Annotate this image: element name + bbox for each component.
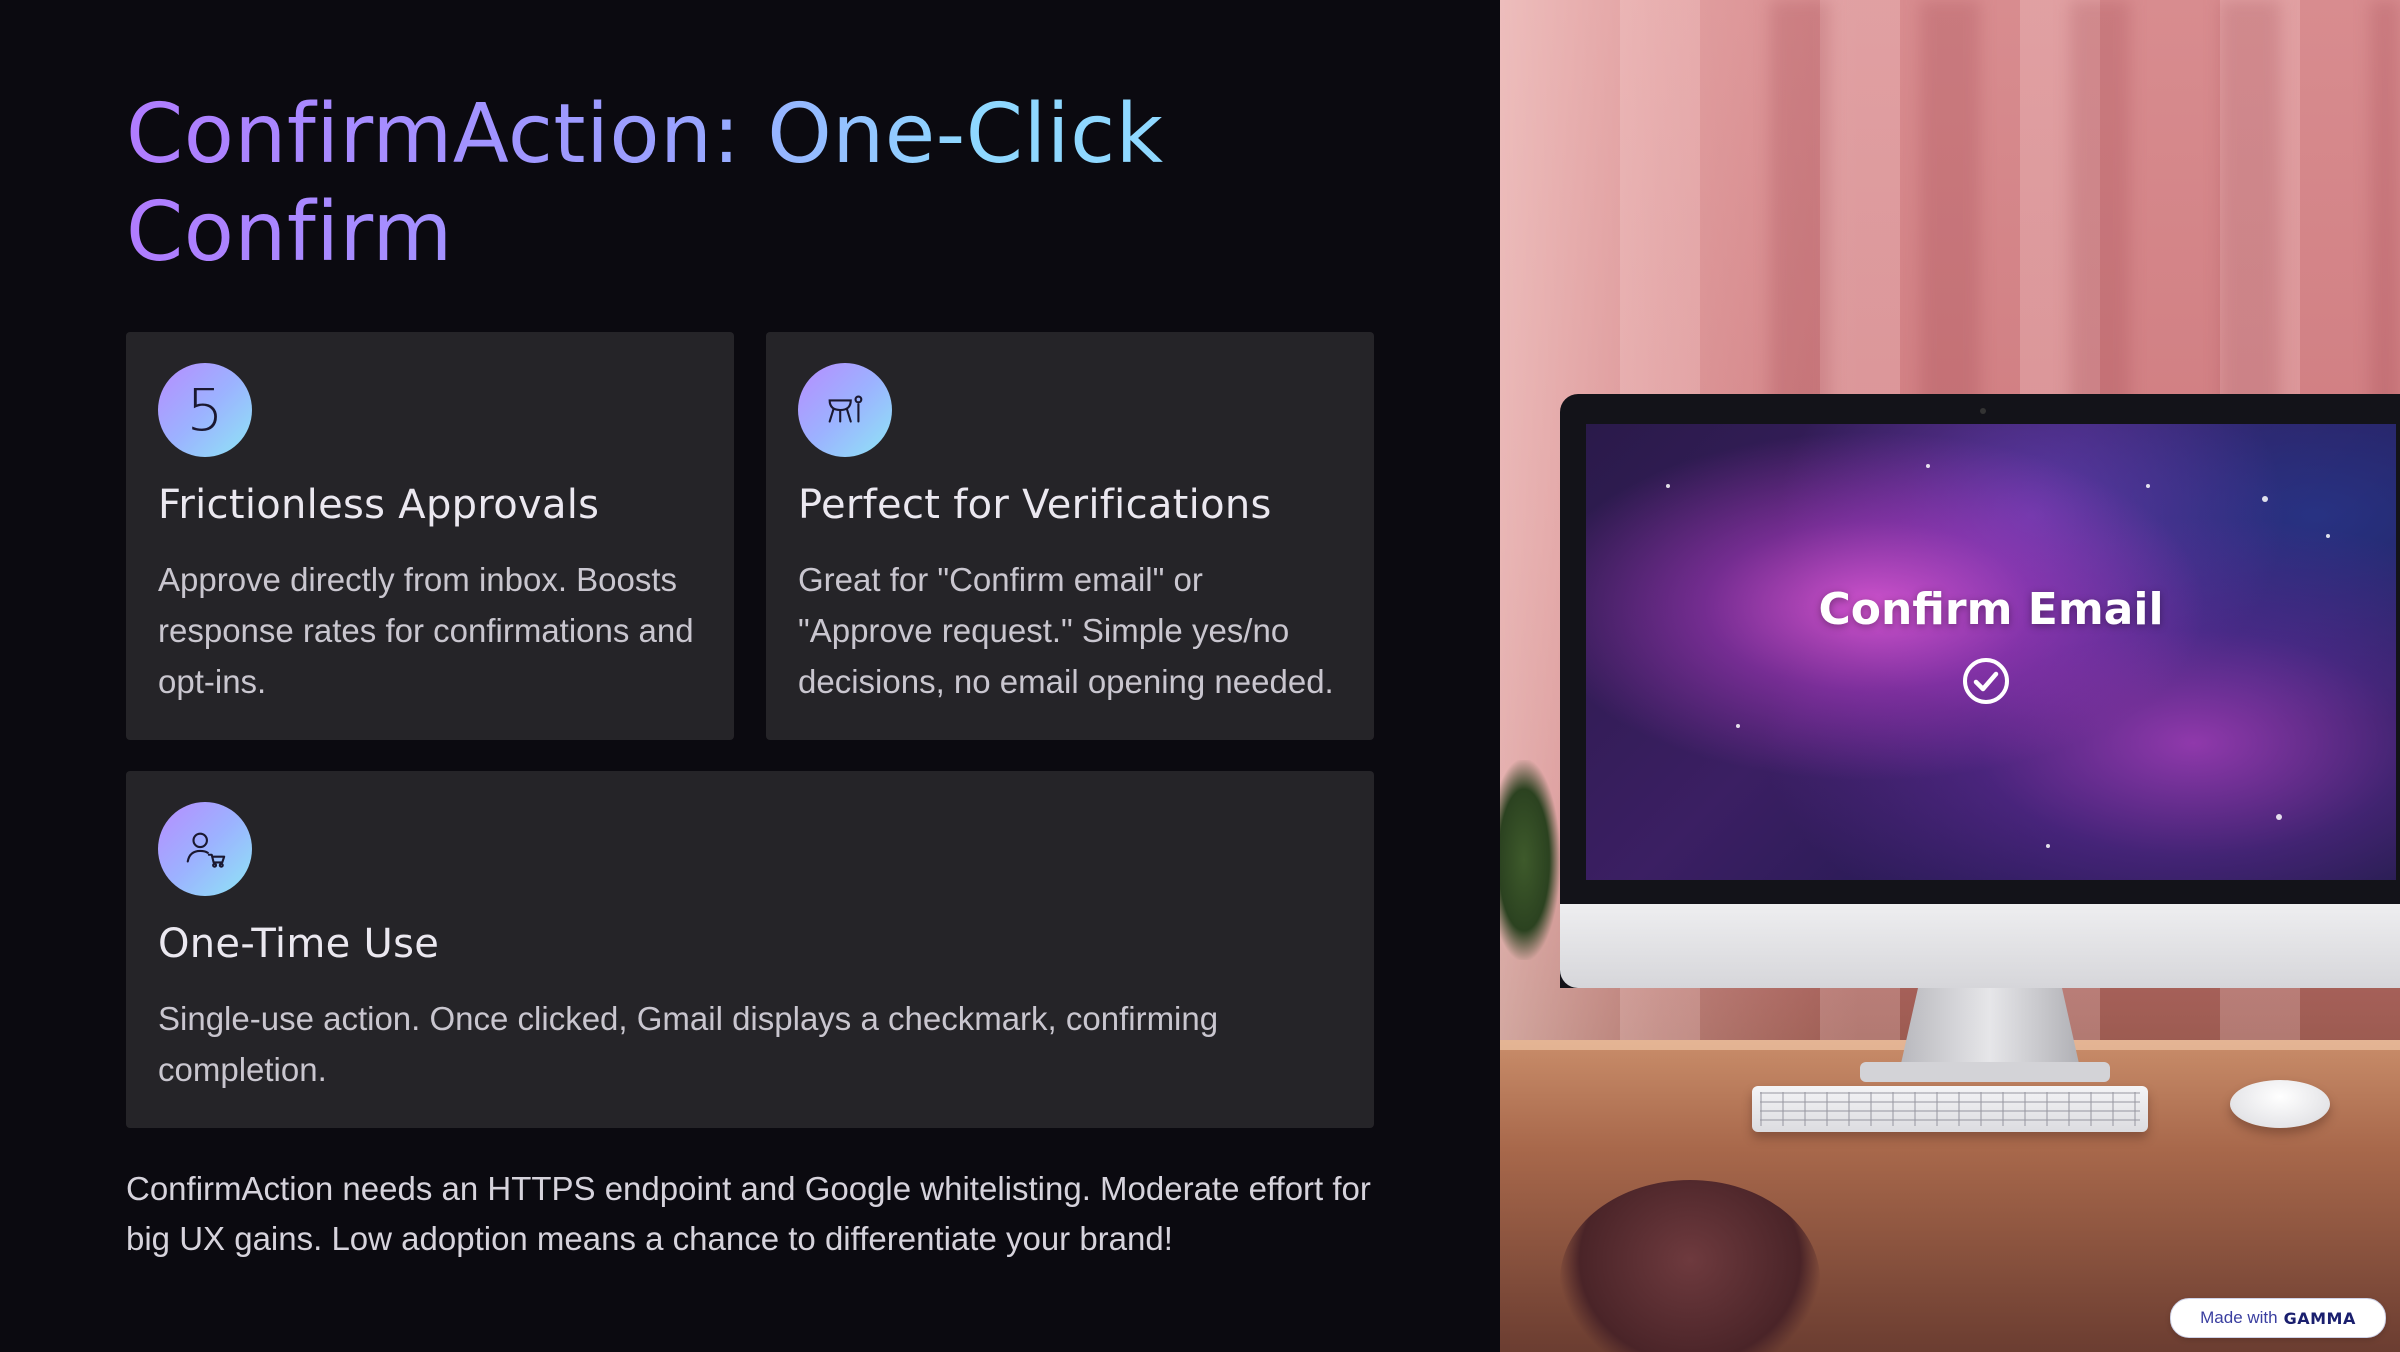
- mouse: [2230, 1080, 2330, 1128]
- slide-title: ConfirmAction: One-Click Confirm: [126, 86, 1326, 282]
- keyboard: [1752, 1086, 2148, 1132]
- gamma-logo: GAMMA: [2283, 1308, 2356, 1328]
- footer-text: ConfirmAction needs an HTTPS endpoint an…: [126, 1170, 1371, 1257]
- camera-dot: [1980, 408, 1986, 414]
- card-body: Single-use action. Once clicked, Gmail d…: [158, 1000, 1219, 1088]
- card-title: Perfect for Verifications: [798, 482, 1272, 528]
- plant: [1500, 760, 1560, 960]
- card-body: Great for "Confirm email" or "Approve re…: [798, 561, 1334, 700]
- star: [1736, 724, 1740, 728]
- monitor-stand-base: [1860, 1062, 2110, 1082]
- number-five-icon: 5: [158, 363, 252, 457]
- feature-card-frictionless: 5 Frictionless Approvals Approve directl…: [126, 332, 734, 740]
- star: [2262, 496, 2268, 502]
- card-body: Approve directly from inbox. Boosts resp…: [158, 561, 694, 700]
- monitor-stand: [1900, 988, 2080, 1068]
- slide: ConfirmAction: One-Click Confirm 5 Frict…: [0, 0, 2400, 1352]
- grill-utensils-icon: [798, 363, 892, 457]
- icon-glyph: 5: [186, 376, 224, 444]
- user-cart-icon: [158, 802, 252, 896]
- card-title: Frictionless Approvals: [158, 482, 600, 528]
- star: [2046, 844, 2050, 848]
- feature-card-verifications: Perfect for Verifications Great for "Con…: [766, 332, 1374, 740]
- badge-prefix: Made with: [2200, 1308, 2278, 1327]
- monitor-screen: Confirm Email: [1586, 424, 2396, 880]
- feature-card-one-time: One-Time Use Single-use action. Once cli…: [126, 771, 1374, 1128]
- check-circle-icon: [1963, 658, 2009, 704]
- monitor-chin: [1560, 904, 2400, 988]
- made-with-gamma-badge[interactable]: Made with GAMMA: [2170, 1298, 2386, 1338]
- star: [2146, 484, 2150, 488]
- star: [2326, 534, 2330, 538]
- content-panel: ConfirmAction: One-Click Confirm 5 Frict…: [0, 0, 1500, 1352]
- card-title: One-Time Use: [158, 921, 440, 967]
- star: [1666, 484, 1670, 488]
- desk-monitor-photo: Confirm Email: [1500, 0, 2400, 1352]
- screen-title: Confirm Email: [1818, 584, 2164, 635]
- window-shadow: [1680, 0, 2400, 420]
- star: [1926, 464, 1930, 468]
- star: [2276, 814, 2282, 820]
